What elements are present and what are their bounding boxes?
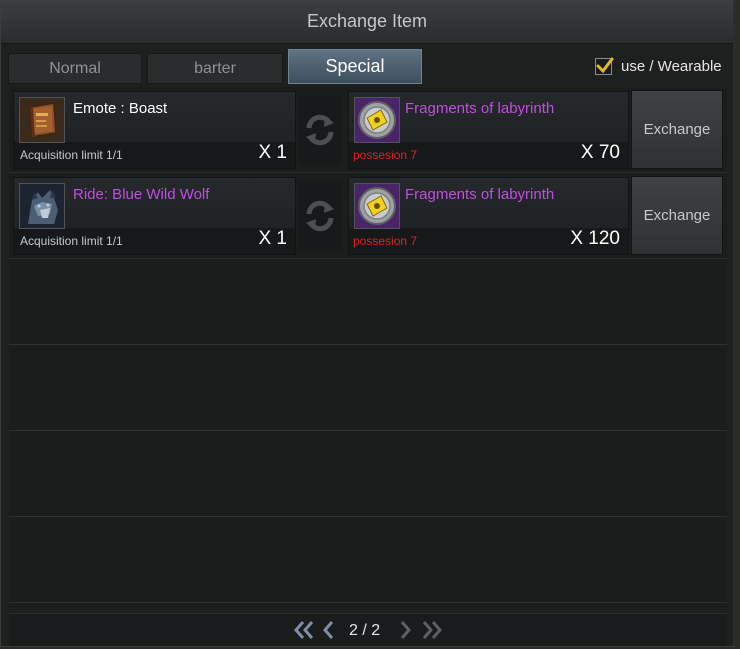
- reward-item[interactable]: Emote : Boast Acquisition limit 1/1 X 1: [13, 91, 296, 169]
- last-page-icon[interactable]: [421, 620, 443, 645]
- empty-row: [9, 517, 727, 603]
- pagination: 2 / 2: [9, 613, 727, 646]
- cost-item[interactable]: Fragments of labyrinth possesion 7 X 120: [348, 177, 629, 255]
- cost-name: Fragments of labyrinth: [405, 186, 555, 203]
- cost-quantity: X 120: [570, 228, 620, 249]
- reward-item[interactable]: Ride: Blue Wild Wolf Acquisition limit 1…: [13, 177, 296, 255]
- exchange-window: Exchange Item Normal barter Special use …: [0, 0, 736, 647]
- tab-barter[interactable]: barter: [147, 53, 283, 84]
- swap-arrows-icon: [299, 95, 341, 165]
- use-wearable-filter[interactable]: use / Wearable: [595, 57, 722, 75]
- labyrinth-coin-icon[interactable]: [354, 183, 400, 229]
- next-page-icon[interactable]: [399, 620, 413, 645]
- empty-row: [9, 259, 727, 345]
- window-title: Exchange Item: [306, 11, 428, 31]
- exchange-list[interactable]: Emote : Boast Acquisition limit 1/1 X 1: [9, 87, 727, 608]
- possession-count: possesion 7: [353, 234, 418, 248]
- acquisition-limit: Acquisition limit 1/1: [20, 148, 123, 162]
- reward-name: Emote : Boast: [73, 100, 168, 117]
- cost-item[interactable]: Fragments of labyrinth possesion 7 X 70: [348, 91, 629, 169]
- use-wearable-label: use / Wearable: [621, 58, 722, 75]
- empty-row: [9, 345, 727, 431]
- exchange-button[interactable]: Exchange: [631, 176, 723, 255]
- reward-name: Ride: Blue Wild Wolf: [73, 186, 210, 203]
- exchange-row: Emote : Boast Acquisition limit 1/1 X 1: [9, 87, 727, 173]
- cost-quantity: X 70: [580, 142, 620, 163]
- swap-arrows-icon: [299, 181, 341, 251]
- book-icon[interactable]: [19, 97, 65, 143]
- labyrinth-coin-icon[interactable]: [354, 97, 400, 143]
- acquisition-limit: Acquisition limit 1/1: [20, 234, 123, 248]
- cost-name: Fragments of labyrinth: [405, 100, 555, 117]
- exchange-button[interactable]: Exchange: [631, 90, 723, 169]
- tab-normal[interactable]: Normal: [8, 53, 142, 84]
- first-page-icon[interactable]: [293, 620, 315, 645]
- checkmark-icon: [596, 57, 614, 74]
- title-bar[interactable]: Exchange Item: [1, 1, 733, 44]
- page-indicator: 2 / 2: [349, 622, 381, 639]
- exchange-row: Ride: Blue Wild Wolf Acquisition limit 1…: [9, 173, 727, 259]
- empty-row: [9, 431, 727, 517]
- possession-count: possesion 7: [353, 148, 418, 162]
- wolf-icon[interactable]: [19, 183, 65, 229]
- prev-page-icon[interactable]: [321, 620, 335, 645]
- use-wearable-checkbox[interactable]: [595, 57, 614, 75]
- reward-quantity: X 1: [258, 228, 287, 249]
- reward-quantity: X 1: [258, 142, 287, 163]
- tab-special[interactable]: Special: [288, 49, 422, 84]
